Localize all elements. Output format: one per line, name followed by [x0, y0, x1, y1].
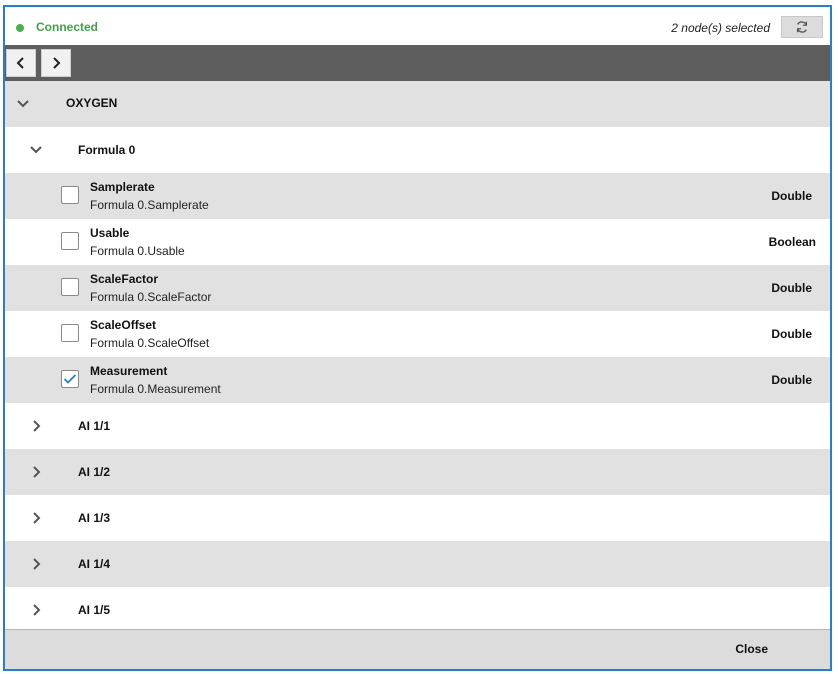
connection-status: Connected	[36, 20, 99, 34]
tree-node-label: Formula 0	[78, 143, 136, 157]
channel-type: Double	[771, 327, 812, 341]
checkmark-icon	[63, 374, 77, 384]
channel-path: Formula 0.Samplerate	[90, 198, 209, 212]
tree-node-oxygen[interactable]: OXYGEN	[5, 81, 830, 127]
tree-node-label: AI 1/5	[78, 603, 111, 617]
channel-type: Double	[771, 373, 812, 387]
channel-type: Boolean	[768, 235, 816, 249]
channel-path: Formula 0.Measurement	[90, 382, 221, 396]
tree-node-ai[interactable]: AI 1/2	[5, 449, 830, 495]
status-dot-icon	[16, 24, 24, 32]
chevron-right-icon[interactable]	[30, 465, 44, 479]
channel-row[interactable]: ScaleOffset Formula 0.ScaleOffset Double	[5, 311, 830, 357]
tree-node-label: AI 1/4	[78, 557, 111, 571]
tree-node-ai[interactable]: AI 1/5	[5, 587, 830, 633]
channel-row[interactable]: ScaleFactor Formula 0.ScaleFactor Double	[5, 265, 830, 311]
chevron-right-icon[interactable]	[30, 603, 44, 617]
refresh-icon	[796, 21, 808, 33]
channel-checkbox[interactable]	[61, 324, 79, 342]
chevron-right-icon[interactable]	[30, 511, 44, 525]
node-browser-dialog: Connected 2 node(s) selected OXYGEN Form…	[3, 5, 832, 671]
channel-type: Double	[771, 189, 812, 203]
channel-checkbox[interactable]	[61, 186, 79, 204]
channel-name: Usable	[90, 226, 130, 240]
channel-checkbox[interactable]	[61, 278, 79, 296]
close-button[interactable]: Close	[735, 642, 768, 656]
tree-node-ai[interactable]: AI 1/3	[5, 495, 830, 541]
channel-type: Double	[771, 281, 812, 295]
channel-checkbox[interactable]	[61, 232, 79, 250]
chevron-right-icon	[53, 57, 61, 69]
navigation-toolbar	[5, 45, 830, 81]
channel-name: Measurement	[90, 364, 168, 378]
tree-node-ai[interactable]: AI 1/4	[5, 541, 830, 587]
selection-count: 2 node(s) selected	[671, 21, 770, 35]
chevron-right-icon[interactable]	[30, 419, 44, 433]
chevron-right-icon[interactable]	[30, 557, 44, 571]
channel-checkbox-checked[interactable]	[61, 370, 79, 388]
forward-button[interactable]	[41, 49, 71, 77]
channel-row[interactable]: Measurement Formula 0.Measurement Double	[5, 357, 830, 403]
dialog-footer: Close	[5, 629, 830, 669]
channel-name: Samplerate	[90, 180, 155, 194]
chevron-left-icon	[16, 57, 24, 69]
tree-node-label: AI 1/3	[78, 511, 111, 525]
chevron-down-icon[interactable]	[29, 143, 43, 157]
tree-node-ai[interactable]: AI 1/1	[5, 403, 830, 449]
channel-row[interactable]: Samplerate Formula 0.Samplerate Double	[5, 173, 830, 219]
channel-path: Formula 0.Usable	[90, 244, 185, 258]
channel-name: ScaleFactor	[90, 272, 159, 286]
channel-path: Formula 0.ScaleFactor	[90, 290, 212, 304]
status-bar: Connected 2 node(s) selected	[5, 7, 830, 45]
channel-row[interactable]: Usable Formula 0.Usable Boolean	[5, 219, 830, 265]
channel-path: Formula 0.ScaleOffset	[90, 336, 210, 350]
tree-node-label: AI 1/2	[78, 465, 111, 479]
back-button[interactable]	[6, 49, 36, 77]
tree-node-formula[interactable]: Formula 0	[5, 127, 830, 173]
node-tree: OXYGEN Formula 0 Samplerate Formula 0.Sa…	[5, 81, 830, 633]
chevron-down-icon[interactable]	[16, 97, 30, 111]
channel-name: ScaleOffset	[90, 318, 157, 332]
refresh-button[interactable]	[781, 16, 823, 38]
tree-node-label: AI 1/1	[78, 419, 111, 433]
tree-node-label: OXYGEN	[66, 96, 118, 110]
